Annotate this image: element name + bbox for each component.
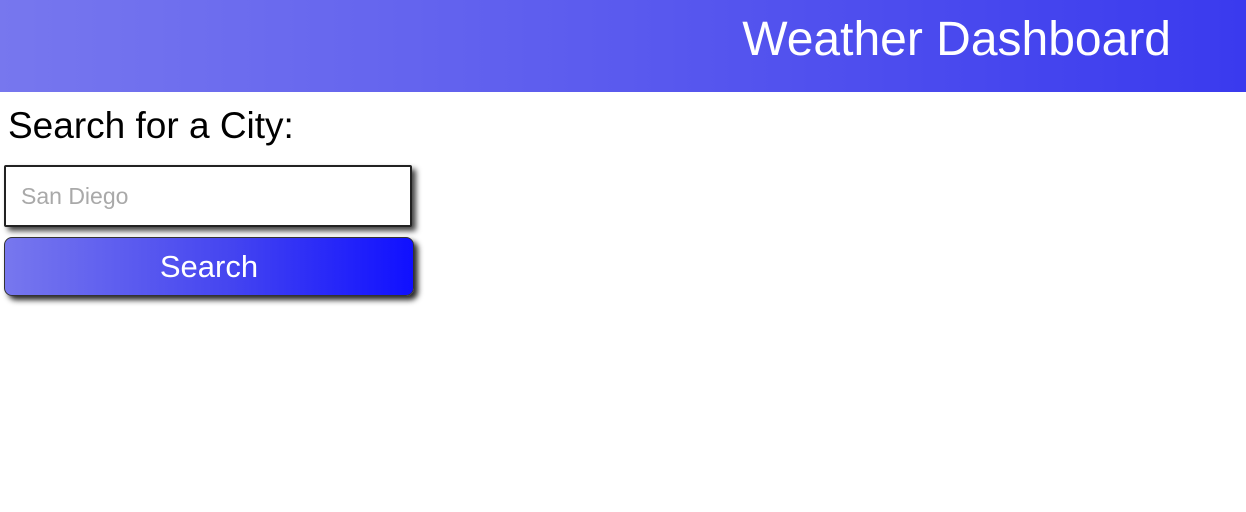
page-title: Weather Dashboard	[742, 13, 1171, 66]
city-search-input[interactable]	[4, 165, 412, 227]
search-heading: Search for a City:	[8, 105, 294, 146]
search-button[interactable]: Search	[4, 237, 414, 296]
app-header: Weather Dashboard	[0, 0, 1246, 92]
city-search-panel: Search for a City: Search	[4, 104, 414, 296]
